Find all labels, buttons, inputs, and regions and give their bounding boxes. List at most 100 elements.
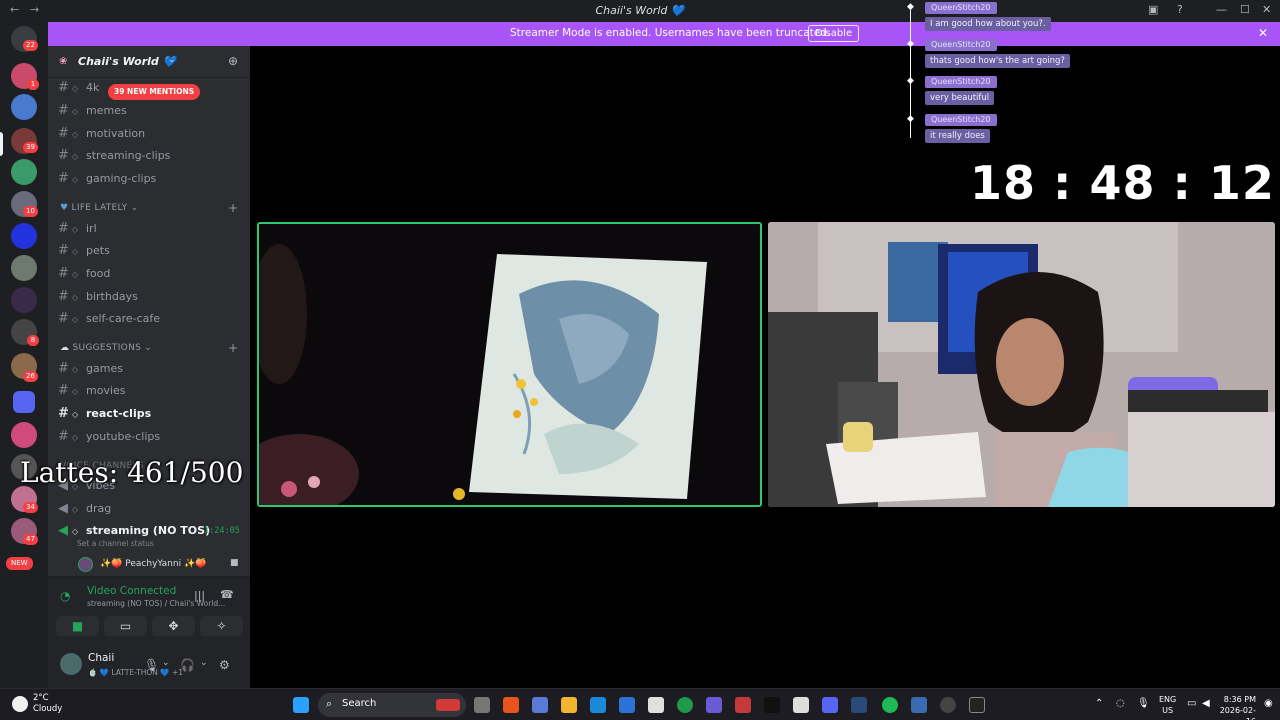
photos-icon[interactable] [911,697,927,713]
copilot-icon[interactable] [532,697,548,713]
hash-icon: # [58,383,69,398]
set-channel-status[interactable]: Set a channel status [77,539,154,548]
disable-streamer-mode-button[interactable]: Disable [808,25,860,42]
pen-app-icon[interactable] [619,697,635,713]
epic-games-icon[interactable] [969,697,985,713]
diamond-icon: ◇ [72,527,79,536]
diamond-icon: ◇ [72,505,79,514]
diamond-icon: ◇ [72,410,79,419]
channel-item[interactable]: # ◇ irl [58,221,97,236]
channel-item[interactable]: # ◇ food [58,266,110,281]
diamond-icon: ◇ [72,130,79,139]
chat-message: very beautiful [925,91,995,105]
channel-item-react-clips[interactable]: # ◇ react-clips [58,406,151,421]
server-icon[interactable] [11,223,37,249]
camera-toggle-button[interactable]: ■ [56,616,99,636]
channel-item[interactable]: # ◇ motivation [58,126,145,141]
diamond-icon: ◇ [72,107,79,116]
speaker-icon: ◀ [58,501,68,516]
create-channel-icon[interactable]: + [228,341,238,355]
taskbar-search[interactable]: ⌕ Search [318,693,466,717]
clock-widget[interactable]: 8:36 PM 2026-02-16 [1212,694,1256,720]
maximize-icon[interactable]: ☐ [1240,3,1250,16]
voice-channel-item[interactable]: ◀ ◇ drag [58,501,111,516]
folder-icon[interactable] [13,391,35,413]
headphones-icon[interactable]: 🎧 [180,658,195,672]
noise-suppression-icon[interactable]: ||| [194,589,205,602]
activities-button[interactable]: ✥ [152,616,195,636]
display-icon[interactable]: ▭ [1187,698,1196,709]
chrome-icon[interactable] [677,697,693,713]
channel-item[interactable]: # ◇ youtube-clips [58,429,160,444]
weather-widget[interactable]: 2°C Cloudy [33,693,62,715]
minimize-icon[interactable]: — [1216,3,1227,16]
app-icon[interactable] [793,697,809,713]
store-icon[interactable] [648,697,664,713]
window-titlebar: ← → Chaii's World 💙 ▣ ? — ☐ ✕ [0,0,1280,22]
participant-name: ✨🍑 PeachyYanni ✨🍑 [100,559,207,569]
disconnect-icon[interactable]: ☎ [220,588,234,601]
chat-overlay: ◆ QueenStitch20 I am good how about you?… [906,0,1086,148]
volume-icon[interactable]: ◀ [1202,698,1210,709]
desktop: ← → Chaii's World 💙 ▣ ? — ☐ ✕ Streamer M… [0,0,1280,720]
channel-item[interactable]: # ◇ gaming-clips [58,171,156,186]
edge-icon[interactable] [590,697,606,713]
chat-username: QueenStitch20 [925,114,997,126]
channel-item[interactable]: # ◇ movies [58,383,126,398]
inbox-icon[interactable]: ▣ [1148,3,1158,16]
language-indicator[interactable]: ENG US [1159,694,1176,716]
screen-share-button[interactable]: ▭ [104,616,147,636]
teams-icon[interactable] [706,697,722,713]
channel-item[interactable]: # ◇ 4k [58,80,99,95]
channel-item[interactable]: # ◇ games [58,361,123,376]
server-icon[interactable] [11,255,37,281]
hash-icon: # [58,361,69,376]
server-icon[interactable] [11,422,37,448]
server-icon[interactable] [11,94,37,120]
microphone-icon[interactable]: 🎙 [1137,698,1150,709]
create-channel-icon[interactable]: + [228,201,238,215]
voice-participant[interactable]: ✨🍑 PeachyYanni ✨🍑 ■ [78,557,246,573]
close-window-icon[interactable]: ✕ [1262,3,1271,16]
task-view-icon[interactable] [474,697,490,713]
chevron-down-icon[interactable]: ⌄ [162,658,170,668]
chevron-down-icon[interactable]: ⌄ [200,658,208,668]
windows-start-icon[interactable] [293,697,309,713]
notifications-icon[interactable]: ◉ [1264,698,1273,709]
avatar[interactable] [60,653,82,675]
tiktok-icon[interactable] [764,697,780,713]
server-header[interactable]: ❀ Chaii's World 💙 ⌄ ⊕ [48,46,250,78]
diamond-icon: ◇ [72,365,79,374]
obs-icon[interactable] [940,697,956,713]
category-suggestions[interactable]: ☁ SUGGESTIONS ⌄ [60,343,152,353]
chevron-up-icon[interactable]: ⌃ [1095,698,1103,709]
close-icon[interactable]: ✕ [1258,26,1268,40]
steam-icon[interactable] [851,697,867,713]
video-tile-streamer[interactable] [768,222,1275,507]
app-icon[interactable] [735,697,751,713]
channel-item[interactable]: # ◇ memes [58,103,127,118]
invite-people-icon[interactable]: ⊕ [228,54,238,68]
server-icon[interactable] [11,159,37,185]
discord-icon[interactable] [822,697,838,713]
channel-item[interactable]: # ◇ birthdays [58,289,138,304]
file-explorer-icon[interactable] [561,697,577,713]
channel-item[interactable]: # ◇ self-care-cafe [58,311,160,326]
category-life-lately[interactable]: ♥ LIFE LATELY ⌄ [60,203,138,213]
soundboard-button[interactable]: ✧ [200,616,243,636]
channel-label: irl [86,222,97,235]
channel-item[interactable]: # ◇ pets [58,243,110,258]
brave-icon[interactable] [503,697,519,713]
help-icon[interactable]: ? [1177,3,1183,16]
channel-item[interactable]: # ◇ streaming-clips [58,148,170,163]
server-icon[interactable] [11,287,37,313]
new-mentions-pill[interactable]: 39 NEW MENTIONS [108,84,201,100]
spotify-icon[interactable] [882,697,898,713]
network-icon[interactable]: ◌ [1116,698,1125,709]
video-tile-canvas[interactable] [257,222,762,507]
voice-channel-streaming[interactable]: ◀ ◇ streaming (NO TOS) [58,523,210,538]
gear-icon[interactable]: ⚙ [219,658,230,672]
hash-icon: # [58,266,69,281]
microphone-icon[interactable]: 🎙 [144,658,159,672]
streamer-video-frame [768,222,1275,507]
